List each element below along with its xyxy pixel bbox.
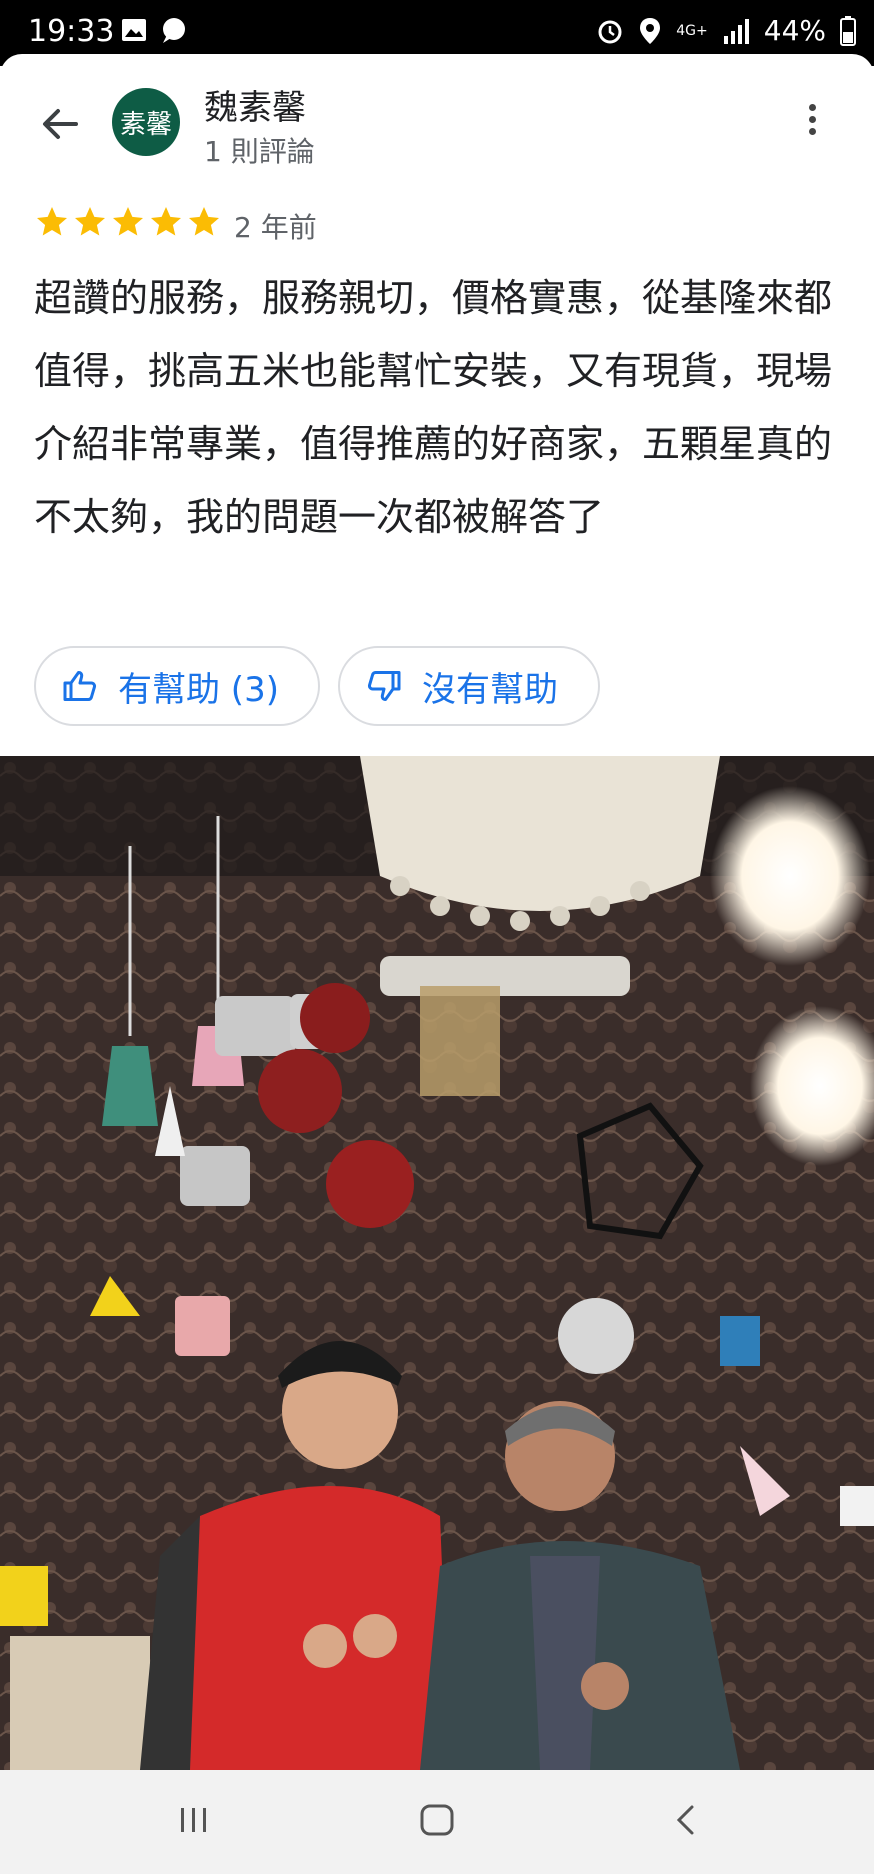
star-icon [37,207,67,236]
back-nav-icon[interactable] [668,1802,704,1838]
chat-bubble-icon [163,18,185,43]
star-icon [113,207,143,236]
thumbs-up-icon [63,671,97,701]
not-helpful-label: 沒有幫助 [422,669,558,710]
review-photo[interactable] [0,756,874,1770]
battery-percent: 44% [763,14,826,47]
reviewer-review-count: 1 則評論 [204,135,315,168]
avatar-initials: 素馨 [119,109,172,140]
alarm-icon [598,20,622,43]
recent-apps-icon[interactable] [176,1802,212,1838]
status-right: 4G+ 44% [596,14,856,47]
star-icon [189,207,219,236]
review-time: 2 年前 [234,211,317,244]
home-icon[interactable] [419,1802,455,1838]
more-options-icon[interactable] [802,104,822,144]
thumbs-down-icon [367,671,401,701]
star-rating [34,204,222,240]
signal-icon [723,18,749,44]
status-time: 19:33 [28,14,115,49]
helpful-button[interactable]: 有幫助 (3) [34,646,320,726]
battery-icon [840,15,856,46]
review-text: 超讚的服務，服務親切，價格實惠，從基隆來都值得，挑高五米也能幫忙安裝，又有現貨，… [34,276,833,539]
image-icon [122,19,146,41]
helpful-label: 有幫助 (3) [118,669,279,710]
location-icon [640,17,661,44]
reviewer-name[interactable]: 魏素馨 [204,80,306,129]
back-arrow-icon[interactable] [36,100,84,148]
lighting-store-photo [0,756,874,1770]
star-icon [151,207,181,236]
star-icon [75,207,105,236]
not-helpful-button[interactable]: 沒有幫助 [338,646,600,726]
network-label: 4G+ [676,22,708,39]
android-nav-bar [0,1770,874,1874]
avatar[interactable]: 素馨 [112,88,180,156]
